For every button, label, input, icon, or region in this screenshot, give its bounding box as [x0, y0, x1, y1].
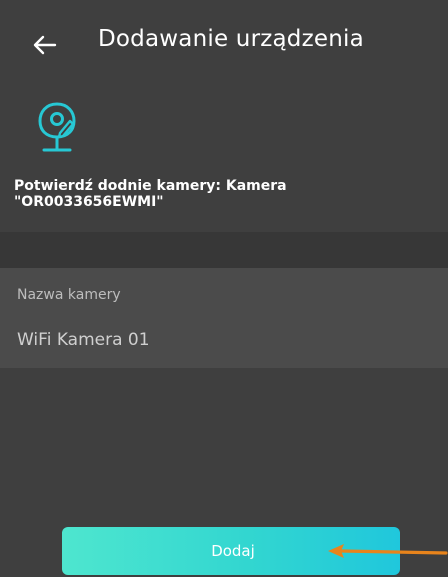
confirm-line-2: "OR0033656EWMI"	[14, 194, 164, 210]
section-divider	[0, 232, 448, 268]
back-button[interactable]	[28, 28, 62, 62]
confirm-camera-text: Potwierdź dodnie kamery: Kamera "OR00336…	[14, 178, 434, 210]
camera-name-label: Nazwa kamery	[17, 287, 121, 303]
confirm-line-1: Potwierdź dodnie kamery: Kamera	[14, 178, 287, 194]
add-device-screen: Dodawanie urządzenia Potwierdź dodnie ka…	[0, 0, 448, 577]
arrow-left-icon	[33, 35, 57, 55]
camera-name-field[interactable]: Nazwa kamery WiFi Kamera 01	[0, 268, 448, 368]
add-button-label: Dodaj	[211, 542, 255, 560]
add-button[interactable]: Dodaj	[62, 527, 400, 575]
camera-name-input[interactable]: WiFi Kamera 01	[17, 330, 150, 350]
app-header: Dodawanie urządzenia	[0, 0, 448, 92]
page-title: Dodawanie urządzenia	[98, 26, 364, 52]
camera-icon	[38, 102, 76, 152]
